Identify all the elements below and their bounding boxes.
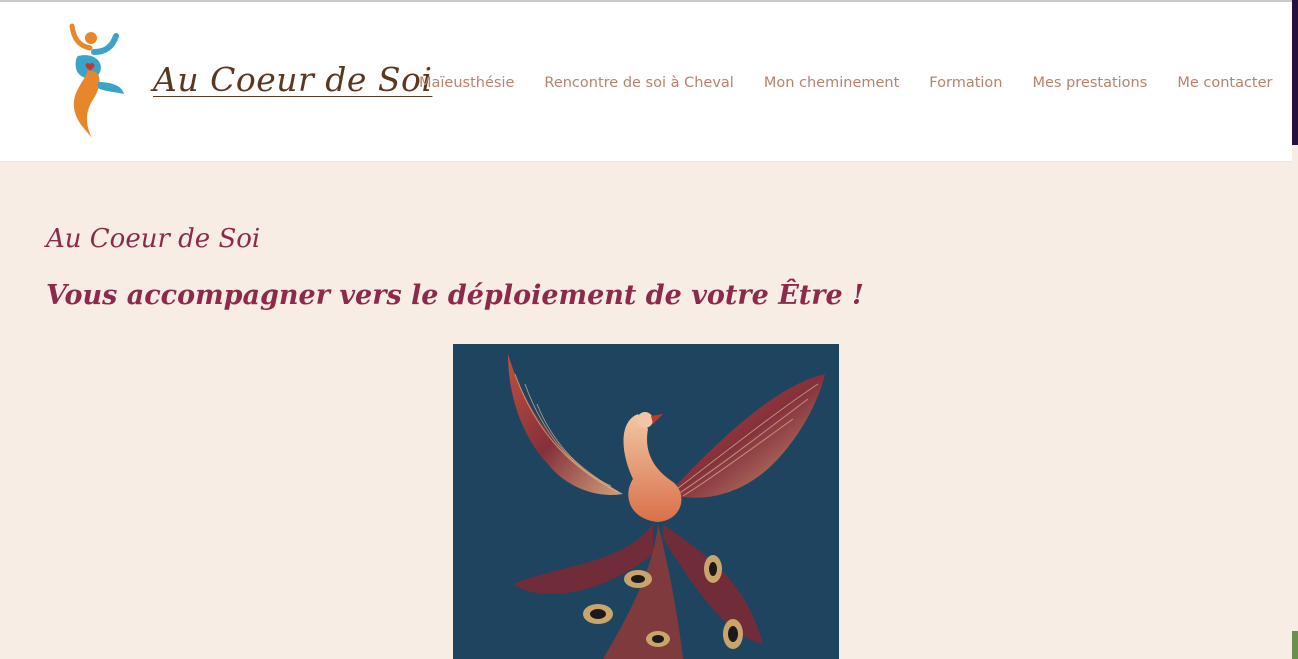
scrollbar-thumb[interactable] — [1292, 0, 1298, 145]
nav-item-maieusthesie[interactable]: Maïeusthésie — [404, 72, 529, 94]
page-heading: Au Coeur de Soi — [46, 224, 261, 254]
nav-item-formation[interactable]: Formation — [914, 72, 1017, 94]
main-content: Au Coeur de Soi Vous accompagner vers le… — [0, 162, 1292, 659]
page-tagline: Vous accompagner vers le déploiement de … — [46, 280, 864, 311]
logo-icon[interactable] — [64, 22, 128, 142]
phoenix-illustration — [453, 344, 839, 659]
site-header: Au Coeur de Soi Maïeusthésie Rencontre d… — [0, 2, 1292, 162]
scrollbar[interactable] — [1292, 0, 1298, 659]
scrollbar-marker — [1292, 631, 1298, 659]
nav-item-cheminement[interactable]: Mon cheminement — [749, 72, 914, 94]
main-nav: Maïeusthésie Rencontre de soi à Cheval M… — [404, 72, 1288, 94]
site-title-link[interactable]: Au Coeur de Soi — [153, 60, 432, 99]
nav-item-rencontre-cheval[interactable]: Rencontre de soi à Cheval — [529, 72, 748, 94]
nav-item-contact[interactable]: Me contacter — [1162, 72, 1287, 94]
nav-item-prestations[interactable]: Mes prestations — [1017, 72, 1162, 94]
